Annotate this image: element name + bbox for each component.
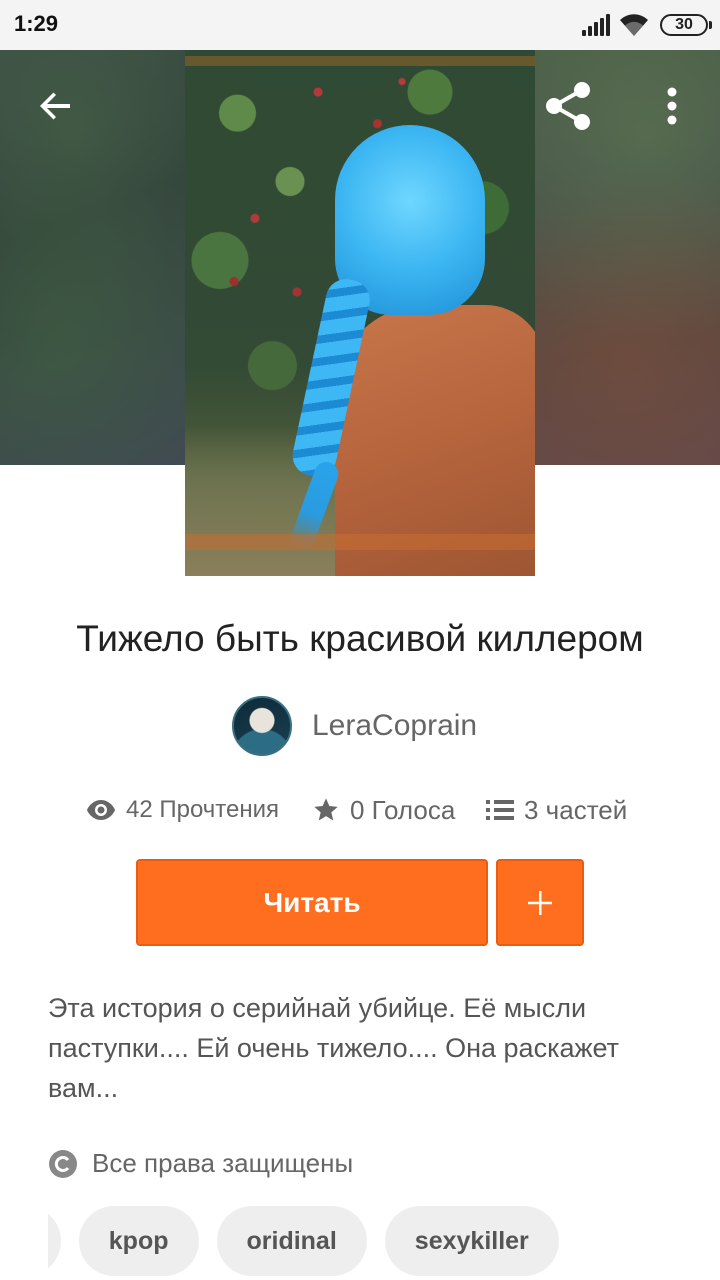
status-time: 1:29 [14, 11, 59, 36]
tag-chip[interactable]: bots [48, 1206, 61, 1276]
story-title: Тижело быть красивой киллером [76, 618, 644, 659]
story-cover-image[interactable] [185, 50, 535, 576]
stat-reads: 42 Прочтения [86, 790, 279, 830]
plus-icon [528, 890, 552, 915]
list-icon [486, 800, 514, 820]
story-description[interactable]: Эта история о серийнай убийце. Её мысли … [48, 988, 668, 1108]
copyright-row: Все права защищены [48, 1148, 353, 1179]
back-button[interactable] [26, 80, 86, 132]
arrow-back-icon [40, 92, 70, 120]
share-icon [546, 82, 590, 130]
add-to-library-button[interactable] [496, 859, 584, 946]
author-name[interactable]: LeraCoprain [312, 709, 477, 743]
author-link[interactable]: LeraCoprain [232, 695, 477, 757]
avatar[interactable] [232, 696, 292, 756]
eye-icon [87, 800, 115, 820]
tag-chip[interactable]: oridinal [216, 1206, 367, 1276]
stat-votes: 0 Голоса [312, 790, 455, 830]
star-icon [314, 798, 338, 821]
signal-icon [582, 14, 610, 36]
copyright-icon [49, 1149, 77, 1178]
status-bar: 1:29 30 [0, 0, 720, 50]
battery-indicator: 30 [660, 14, 712, 36]
tag-track: bots kpop oridinal sexykiller [48, 1206, 559, 1276]
wifi-icon [620, 14, 648, 36]
read-button[interactable]: Читать [136, 859, 488, 946]
more-options-button[interactable] [650, 80, 694, 132]
parts-count: 3 частей [524, 794, 628, 825]
share-button[interactable] [538, 78, 598, 134]
votes-count: 0 Голоса [350, 794, 456, 825]
tag-chip[interactable]: sexykiller [384, 1206, 559, 1276]
stat-parts[interactable]: 3 частей [486, 790, 627, 830]
tag-chip[interactable]: kpop [78, 1206, 199, 1276]
more-vertical-icon [667, 87, 677, 125]
copyright-label: Все права защищены [92, 1148, 354, 1178]
reads-count: 42 Прочтения [126, 796, 280, 823]
tag-list[interactable]: bots kpop oridinal sexykiller [48, 1206, 720, 1280]
